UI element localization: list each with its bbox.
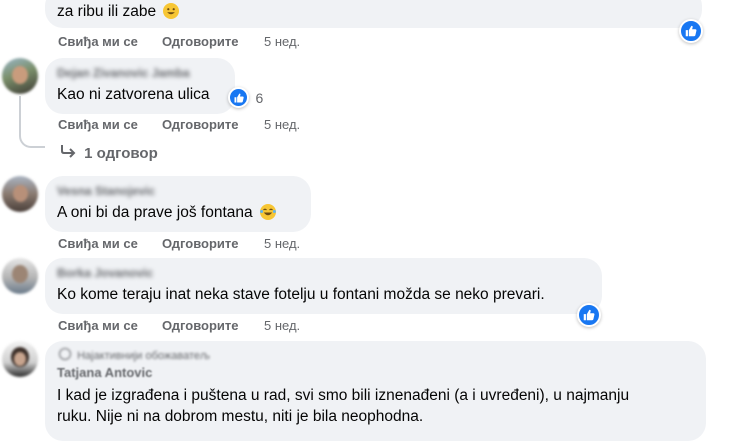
comment-author[interactable]: Borka Jovanovic: [57, 266, 153, 280]
comment-bubble: Најактивнији обожаватељ Tatjana Antovic …: [45, 341, 706, 441]
like-button[interactable]: Свиђа ми се: [58, 117, 138, 132]
comment-text: Ko kome teraju inat neka stave fotelju u…: [57, 286, 545, 303]
comment-bubble: Borka Jovanovic Ko kome teraju inat neka…: [45, 258, 602, 314]
laughing-tears-emoji-icon: [259, 204, 276, 220]
globe-icon: [59, 348, 71, 360]
comment-author[interactable]: Tatjana Antovic: [57, 365, 152, 380]
reaction-summary[interactable]: 6: [228, 87, 264, 108]
like-button[interactable]: Свиђа ми се: [58, 236, 138, 251]
avatar[interactable]: [2, 58, 38, 94]
reaction-count: 6: [255, 89, 264, 106]
badge-label: Најактивнији обожаватељ: [77, 350, 210, 362]
comment-text: A oni bi da prave još fontana: [57, 204, 253, 221]
smile-emoji-icon: [163, 3, 180, 19]
reply-button[interactable]: Одговорите: [162, 34, 239, 49]
comment-bubble: Vesna Stanojevic A oni bi da prave još f…: [45, 176, 311, 232]
view-replies-label: 1 одговор: [84, 144, 158, 162]
timestamp[interactable]: 5 нед.: [264, 34, 300, 49]
avatar[interactable]: [2, 258, 38, 294]
timestamp[interactable]: 5 нед.: [264, 236, 300, 251]
comment-text: za ribu ili zabe: [57, 3, 157, 20]
avatar[interactable]: [2, 341, 38, 377]
avatar[interactable]: [2, 176, 38, 212]
like-reaction-icon: [228, 87, 249, 108]
top-fan-badge[interactable]: Најактивнији обожаватељ: [59, 348, 210, 362]
like-reaction-icon[interactable]: [679, 19, 703, 43]
timestamp[interactable]: 5 нед.: [264, 117, 300, 132]
reply-button[interactable]: Одговорите: [162, 318, 239, 333]
comment-bubble: za ribu ili zabe: [45, 0, 702, 28]
like-button[interactable]: Свиђа ми се: [58, 318, 138, 333]
like-button[interactable]: Свиђа ми се: [58, 34, 138, 49]
reply-button[interactable]: Одговорите: [162, 236, 239, 251]
comment-text: Kao ni zatvorena ulica: [57, 86, 210, 103]
reply-button[interactable]: Одговорите: [162, 117, 239, 132]
comment-text-line: ruku. Nije ni na dobrom mestu, niti je b…: [57, 408, 424, 425]
reply-arrow-icon: [60, 143, 78, 163]
timestamp[interactable]: 5 нед.: [264, 318, 300, 333]
like-reaction-icon[interactable]: [577, 303, 601, 327]
view-replies-link[interactable]: 1 одговор: [60, 143, 158, 163]
comment-text-line: I kad je izgrađena i puštena u rad, svi …: [57, 387, 630, 404]
comment-bubble: Dejan Zivanovic Jamba Kao ni zatvorena u…: [45, 58, 235, 114]
comment-author[interactable]: Vesna Stanojevic: [57, 184, 155, 198]
comment-author[interactable]: Dejan Zivanovic Jamba: [57, 66, 190, 80]
thread-connector: [19, 96, 45, 148]
